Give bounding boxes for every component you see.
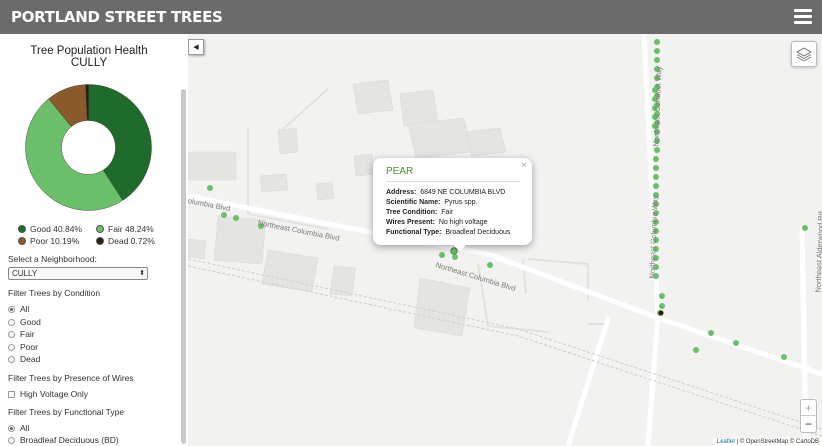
- neighborhood-heading: CULLY: [70, 57, 108, 69]
- app-title: PORTLAND STREET TREES: [11, 8, 223, 26]
- tree-marker[interactable]: [653, 165, 659, 171]
- neighborhood-select[interactable]: CULLY ⬍: [8, 267, 148, 280]
- tree-marker[interactable]: [781, 354, 787, 360]
- tree-marker[interactable]: [487, 262, 493, 268]
- condition-filter-heading: Filter Trees by Condition: [8, 288, 101, 298]
- tree-marker[interactable]: [654, 57, 660, 63]
- legend-dead: Dead 0.72%: [96, 236, 174, 246]
- tree-marker[interactable]: [439, 252, 445, 258]
- high-voltage-checkbox[interactable]: High Voltage Only: [8, 389, 88, 399]
- popup-divider: [386, 181, 520, 182]
- radio-icon[interactable]: [8, 305, 15, 313]
- tree-marker[interactable]: [653, 156, 659, 162]
- tree-marker[interactable]: [659, 303, 665, 309]
- radio-icon[interactable]: [8, 355, 15, 363]
- wires-filter-heading: Filter Trees by Presence of Wires: [8, 373, 134, 383]
- condition-radio-poor[interactable]: Poor: [8, 342, 38, 352]
- chevron-left-icon: ◀: [193, 44, 199, 51]
- tree-marker-dead[interactable]: [658, 310, 664, 316]
- type-filter-heading: Filter Trees by Functional Type: [8, 407, 125, 417]
- condition-radio-fair[interactable]: Fair: [8, 329, 35, 339]
- popup-scientific-name: Scientific Name: Pyrus spp.: [386, 199, 478, 206]
- type-radio-all[interactable]: All: [8, 423, 29, 433]
- tree-marker[interactable]: [654, 39, 660, 45]
- tree-marker[interactable]: [708, 330, 714, 336]
- radio-icon[interactable]: [8, 343, 15, 351]
- close-icon[interactable]: ×: [521, 160, 527, 171]
- tree-marker[interactable]: [207, 185, 213, 191]
- zoom-control: + −: [800, 399, 817, 433]
- collapse-sidebar-button[interactable]: ◀: [188, 39, 204, 55]
- popup-tip: [453, 244, 467, 251]
- layers-icon: [796, 47, 812, 61]
- legend-good: Good 40.84%: [18, 224, 96, 234]
- radio-icon[interactable]: [8, 318, 15, 326]
- popup-condition: Tree Condition: Fair: [386, 209, 454, 216]
- popup-functional-type: Functional Type: Broadleaf Deciduous: [386, 229, 511, 236]
- tree-marker[interactable]: [659, 293, 665, 299]
- tree-marker[interactable]: [653, 183, 659, 189]
- legend-poor: Poor 10.19%: [18, 236, 96, 246]
- condition-radio-dead[interactable]: Dead: [8, 354, 40, 364]
- app-header: PORTLAND STREET TREES: [0, 0, 822, 34]
- legend-fair: Fair 48.24%: [96, 224, 174, 234]
- tree-marker[interactable]: [733, 340, 739, 346]
- sidebar-scrollbar[interactable]: [181, 89, 186, 444]
- condition-radio-all[interactable]: All: [8, 304, 29, 314]
- map-attribution: Leaflet | © OpenStreetMap © CartoDB: [713, 438, 822, 446]
- health-donut-chart: [25, 84, 152, 211]
- chart-title: Tree Population Health: [30, 45, 148, 57]
- tree-marker[interactable]: [233, 215, 239, 221]
- popup-address: Address: 6849 NE COLUMBIA BLVD: [386, 189, 506, 196]
- chart-legend: Good 40.84% Fair 48.24% Poor 10.19% Dead…: [18, 223, 178, 247]
- radio-icon[interactable]: [8, 436, 15, 444]
- popup-wires: Wires Present: No high voltage: [386, 219, 488, 226]
- map[interactable]: olumbia Blvd Northeast Columbia Blvd Nor…: [188, 34, 822, 446]
- tree-marker[interactable]: [654, 147, 660, 153]
- tree-marker[interactable]: [221, 212, 227, 218]
- type-radio-bd[interactable]: Broadleaf Deciduous (BD): [8, 435, 119, 445]
- sidebar: Tree Population Health CULLY Good 40.84%…: [0, 34, 188, 446]
- popup-title: PEAR: [386, 166, 414, 177]
- leaflet-link[interactable]: Leaflet: [717, 439, 735, 445]
- tree-marker[interactable]: [452, 254, 458, 260]
- tree-marker[interactable]: [802, 225, 808, 231]
- radio-icon[interactable]: [8, 424, 15, 432]
- tree-marker[interactable]: [653, 174, 659, 180]
- layers-button[interactable]: [791, 41, 817, 67]
- select-neighborhood-label: Select a Neighborhood:: [8, 254, 97, 264]
- tree-popup: PEAR × Address: 6849 NE COLUMBIA BLVD Sc…: [373, 158, 532, 245]
- tree-marker[interactable]: [693, 347, 699, 353]
- select-arrows-icon: ⬍: [139, 270, 145, 277]
- tree-marker[interactable]: [654, 48, 660, 54]
- hamburger-menu-icon[interactable]: [794, 9, 812, 24]
- condition-radio-good[interactable]: Good: [8, 317, 41, 327]
- checkbox-icon[interactable]: [8, 390, 15, 398]
- zoom-out-button[interactable]: −: [801, 416, 816, 432]
- neighborhood-select-value: CULLY: [12, 269, 38, 278]
- radio-icon[interactable]: [8, 330, 15, 338]
- zoom-in-button[interactable]: +: [801, 400, 816, 416]
